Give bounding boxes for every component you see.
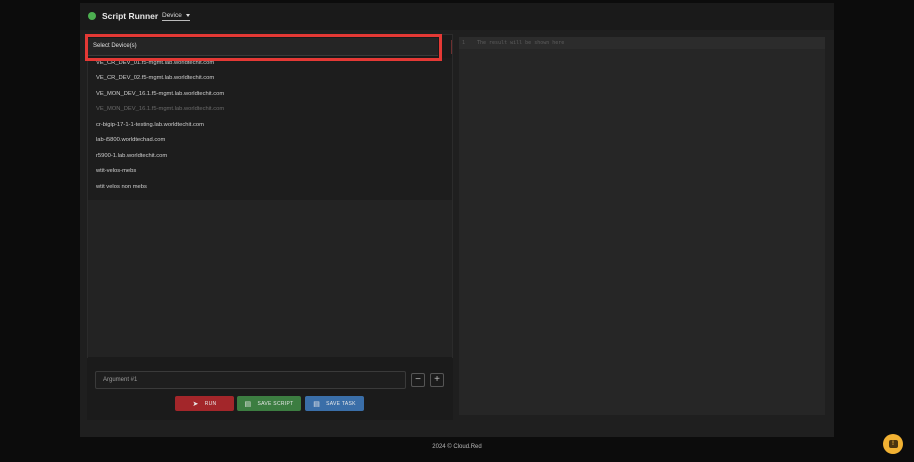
save-script-label: SAVE SCRIPT [257, 400, 294, 407]
save-task-label: SAVE TASK [326, 400, 356, 407]
chat-icon: ! [888, 440, 898, 448]
page-title: Script Runner [102, 11, 159, 21]
script-editor[interactable] [88, 200, 452, 357]
device-option[interactable]: wtit velos non mebs [96, 184, 147, 190]
result-panel [459, 37, 825, 415]
device-option[interactable]: VE_CR_DEV_02.f5-mgmt.lab.worldtechit.com [96, 75, 214, 81]
save-icon: ▤ [313, 400, 321, 408]
device-option[interactable]: lab-i5800.worldtechad.com [96, 137, 165, 143]
device-option[interactable]: cr-bigip-17-1-1-testing.lab.worldtechit.… [96, 122, 204, 128]
device-option[interactable]: VE_MON_DEV_16.1.f5-mgmt.lab.worldtechit.… [96, 91, 224, 97]
app-window: Script Runner Device VE_CR_DEV_01.f5-mgm… [80, 3, 834, 437]
device-options-list: VE_CR_DEV_01.f5-mgmt.lab.worldtechit.com… [88, 58, 452, 200]
status-indicator [88, 12, 96, 20]
device-option[interactable]: r5900-1.lab.worldtechit.com [96, 153, 167, 159]
result-placeholder: The result will be shown here [477, 39, 565, 46]
result-line-number: 1 [462, 40, 466, 46]
app-header: Script Runner Device [80, 3, 834, 30]
argument-placeholder: Argument #1 [103, 377, 138, 383]
run-label: RUN [204, 400, 217, 407]
selection-highlight [85, 34, 442, 61]
save-task-button[interactable]: ▤ SAVE TASK [305, 396, 364, 411]
device-menu-label: Device [162, 12, 182, 19]
save-icon: ▤ [244, 400, 252, 408]
run-button[interactable]: ➤ RUN [175, 396, 234, 411]
device-option: VE_MON_DEV_16.1.f5-mgmt.lab.worldtechit.… [96, 106, 225, 112]
minus-icon: − [415, 374, 421, 385]
select-indicator[interactable] [442, 40, 452, 54]
plus-icon: + [434, 374, 440, 385]
help-chat-button[interactable]: ! [883, 434, 903, 454]
remove-argument-button[interactable]: − [411, 373, 425, 387]
argument-input[interactable]: Argument #1 [95, 371, 406, 389]
device-menu-dropdown[interactable]: Device [162, 12, 190, 21]
rocket-icon: ➤ [192, 400, 199, 408]
device-option[interactable]: wtit-velos-mebs [96, 168, 136, 174]
chevron-down-icon [185, 13, 190, 17]
add-argument-button[interactable]: + [430, 373, 444, 387]
footer-text: 2024 © Cloud.Red [432, 444, 482, 450]
save-script-button[interactable]: ▤ SAVE SCRIPT [237, 396, 301, 411]
